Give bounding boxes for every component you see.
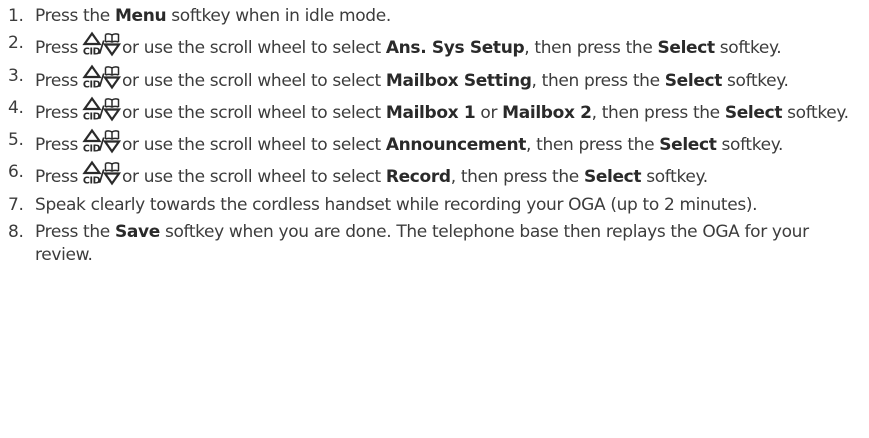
step-text-fragment: or use the scroll wheel to select <box>122 70 386 91</box>
step-text-fragment: , then press the <box>591 102 725 123</box>
bold-keyword: Mailbox 1 <box>385 102 476 123</box>
bold-keyword: Announcement <box>385 135 527 156</box>
step-text-fragment: Press <box>35 167 78 188</box>
bold-keyword: Save <box>114 222 160 243</box>
instruction-page: { "nav_icon": { "cid_label": "CID", "sep… <box>0 0 869 438</box>
phonebook-icon <box>104 33 120 44</box>
step-text-fragment: softkey. <box>641 167 708 188</box>
step-number: 2. <box>8 33 24 54</box>
step-text-fragment: or use the scroll wheel to select <box>122 167 386 188</box>
bold-keyword: Select <box>657 38 716 59</box>
step-text-fragment: softkey. <box>714 38 782 59</box>
icon-separator: / <box>99 70 105 89</box>
bold-keyword: Menu <box>114 6 167 26</box>
step-text-fragment: or <box>475 102 503 123</box>
step-text-fragment: softkey. <box>716 135 784 156</box>
instruction-step: 1. Press the Menu softkey when in idle mo… <box>8 5 863 28</box>
bold-keyword: Select <box>724 102 783 123</box>
step-text-fragment: or use the scroll wheel to select <box>122 135 386 156</box>
bold-keyword: Select <box>659 135 717 156</box>
step-text-fragment: Press <box>35 38 78 59</box>
step-text-fragment: Press <box>35 135 78 156</box>
step-number: 7. <box>8 194 24 215</box>
instruction-step: 2. Press CID / or use the scroll wheel to se… <box>8 31 863 60</box>
step-text: Press CID / or use the scroll wheel to sele… <box>35 64 789 91</box>
step-text: Press CID / or use the scroll wheel to sele… <box>35 128 784 156</box>
cid-up-phonebook-down-nav-icon: CID / <box>80 31 122 58</box>
step-text-fragment: , then press the <box>450 167 584 188</box>
step-text-fragment: or use the scroll wheel to select <box>122 102 386 123</box>
step-text-fragment: , then press the <box>524 38 658 59</box>
cid-up-phonebook-down-nav-icon: CID / <box>80 128 122 155</box>
up-triangle-icon <box>82 96 102 110</box>
step-text: Press the Menu softkey when in idle mode… <box>35 6 391 26</box>
bold-keyword: Ans. Sys Setup <box>385 38 525 59</box>
icon-separator: / <box>99 134 105 153</box>
step-number: 5. <box>8 130 24 151</box>
icon-separator: / <box>99 37 105 56</box>
step-text-fragment: Press <box>35 70 78 91</box>
down-triangle-icon <box>102 108 122 122</box>
phonebook-icon <box>104 98 120 108</box>
cid-up-phonebook-down-nav-icon: CID / <box>80 96 122 122</box>
step-text: Speak clearly towards the cordless hands… <box>35 194 758 215</box>
step-number: 4. <box>8 97 24 118</box>
step-number: 1. <box>8 6 24 26</box>
down-triangle-icon <box>102 172 122 186</box>
step-text-fragment: Press the <box>35 222 115 243</box>
bold-keyword: Select <box>664 70 723 91</box>
cid-up-phonebook-down-nav-icon: CID / <box>80 161 122 187</box>
icon-separator: / <box>99 102 105 121</box>
down-triangle-icon <box>102 43 122 57</box>
instruction-step: 6. Press CID / or use the scroll wheel to se… <box>8 161 863 189</box>
down-triangle-icon <box>102 75 122 90</box>
step-text-fragment: , then press the <box>526 135 660 156</box>
icon-separator: / <box>99 166 105 185</box>
step-text: Press the Save softkey when you are done… <box>35 222 809 265</box>
step-text: Press CID / or use the scroll wheel to sele… <box>35 96 849 123</box>
up-triangle-icon <box>82 31 102 46</box>
instruction-step: 3. Press CID / or use the scroll wheel to se… <box>8 64 863 93</box>
cid-up-phonebook-down-nav-icon: CID / <box>80 64 122 90</box>
step-text-fragment: softkey. <box>782 102 849 123</box>
step-text-fragment: , then press the <box>531 70 665 91</box>
bold-keyword: Mailbox 2 <box>502 102 592 123</box>
instruction-step: 7. Speak clearly towards the cordless han… <box>8 194 863 217</box>
step-text-fragment: Press the <box>35 6 115 26</box>
instruction-step: 8. Press the Save softkey when you are do… <box>8 221 863 266</box>
down-triangle-icon <box>102 140 122 154</box>
phonebook-icon <box>104 130 120 140</box>
bold-keyword: Select <box>583 167 642 188</box>
step-number: 6. <box>8 162 24 183</box>
phonebook-icon <box>104 65 120 76</box>
bold-keyword: Record <box>385 167 451 188</box>
step-text-fragment: softkey. <box>722 70 789 91</box>
step-number: 8. <box>8 222 24 243</box>
instruction-step: 5. Press CID / or use the scroll wheel to se… <box>8 128 863 157</box>
instruction-step: 4. Press CID / or use the scroll wheel to se… <box>8 96 863 125</box>
instruction-steps-list: 1. Press the Menu softkey when in idle mo… <box>8 5 863 271</box>
up-triangle-icon <box>82 161 102 175</box>
bold-keyword: Mailbox Setting <box>385 70 532 91</box>
up-triangle-icon <box>82 128 102 143</box>
step-text-fragment: Press <box>35 102 78 123</box>
phonebook-icon <box>104 162 120 173</box>
step-text-fragment: softkey when in idle mode. <box>166 6 391 26</box>
step-text: Press CID / or use the scroll wheel to sele… <box>35 31 782 59</box>
up-triangle-icon <box>82 64 102 78</box>
step-text-fragment: Speak clearly towards the cordless hands… <box>35 194 758 215</box>
step-number: 3. <box>8 65 24 86</box>
step-text: Press CID / or use the scroll wheel to sele… <box>35 161 708 188</box>
step-text-fragment: or use the scroll wheel to select <box>122 38 386 59</box>
